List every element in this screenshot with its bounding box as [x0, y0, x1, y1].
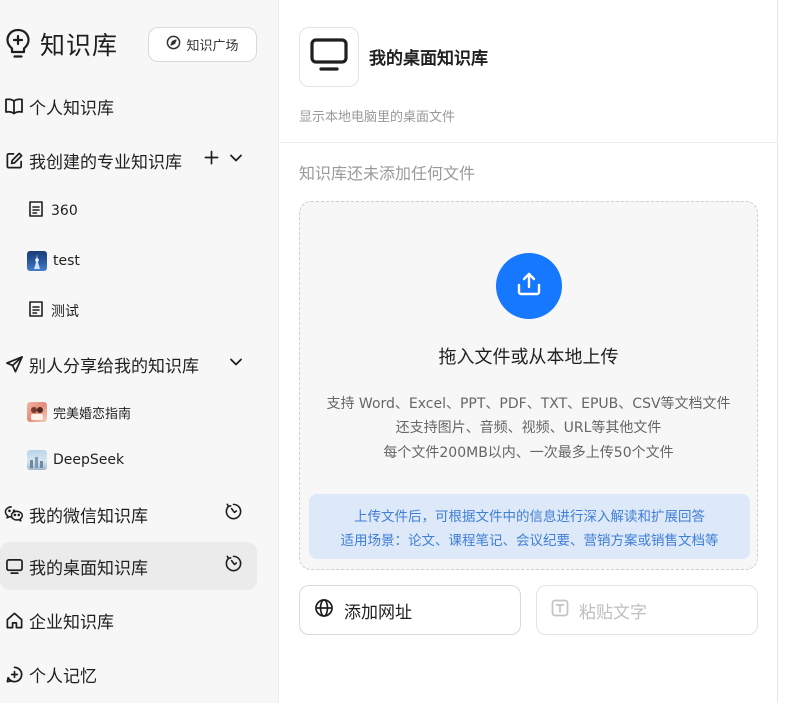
book-open-icon [3, 95, 25, 117]
sidebar-subitem-label: DeepSeek [53, 452, 125, 468]
monitor-icon [309, 37, 349, 77]
dropzone-other-formats: 还支持图片、音频、视频、URL等其他文件 [395, 420, 662, 436]
sidebar-item-actions [224, 542, 243, 590]
info-line-usage: 上传文件后，可根据文件中的信息进行深入解读和扩展回答 [354, 509, 705, 525]
sidebar-item-actions [229, 340, 243, 388]
edit-icon [3, 149, 25, 171]
globe-icon [314, 598, 334, 623]
info-line-scenarios: 适用场景：论文、课程笔记、会议纪要、营销方案或销售文档等 [340, 533, 719, 549]
send-icon [3, 353, 25, 375]
sidebar: 知识库 知识广场 个人知识库 我创建的专业知识库 360 test 测试 别人分… [0, 0, 279, 703]
dropzone-supported-formats: 支持 Word、Excel、PPT、PDF、TXT、EPUB、CSV等文档文件 [326, 396, 731, 412]
dropzone-info-banner: 上传文件后，可根据文件中的信息进行深入解读和扩展回答 适用场景：论文、课程笔记、… [309, 494, 750, 559]
sidebar-item-memory[interactable]: 个人记忆 [0, 650, 257, 698]
add-url-label: 添加网址 [344, 602, 412, 623]
lightbulb-logo-icon [4, 27, 32, 61]
sidebar-item-desktop[interactable]: 我的桌面知识库 [0, 542, 257, 590]
tower-thumbnail-icon [27, 251, 47, 271]
sidebar-item-label: 个人记忆 [29, 666, 97, 687]
sidebar-item-label: 个人知识库 [29, 98, 114, 119]
upload-icon [515, 270, 543, 302]
sidebar-subitem-ceshi[interactable]: 测试 [27, 291, 79, 331]
wedding-guide-thumbnail-icon [27, 402, 47, 422]
chevron-down-icon[interactable] [229, 354, 243, 374]
memory-chat-icon [3, 663, 25, 685]
desktop-kb-icon [299, 27, 359, 87]
sidebar-item-wechat[interactable]: 我的微信知识库 [0, 490, 257, 538]
sidebar-item-personal[interactable]: 个人知识库 [0, 82, 257, 130]
monitor-icon [3, 555, 25, 577]
document-icon [27, 300, 45, 322]
document-icon [27, 200, 45, 222]
upload-dropzone[interactable]: 拖入文件或从本地上传 支持 Word、Excel、PPT、PDF、TXT、EPU… [299, 201, 758, 570]
sidebar-subitem-test[interactable]: test [27, 241, 80, 281]
sidebar-subitem-label: test [53, 253, 80, 269]
sidebar-item-actions [224, 490, 243, 538]
paste-text-label: 粘贴文字 [579, 602, 647, 623]
chevron-down-icon[interactable] [229, 150, 243, 170]
sidebar-item-label: 我创建的专业知识库 [29, 152, 182, 173]
brand-title: 知识库 [40, 31, 119, 60]
sidebar-item-label: 我的桌面知识库 [29, 558, 148, 579]
brand: 知识库 [4, 26, 118, 62]
sidebar-item-shared[interactable]: 别人分享给我的知识库 [0, 340, 257, 388]
sync-clock-icon[interactable] [224, 502, 243, 526]
text-box-icon [551, 599, 569, 622]
sidebar-item-actions [204, 136, 243, 184]
compass-icon [166, 35, 181, 54]
deepseek-thumbnail-icon [27, 450, 47, 470]
knowledge-plaza-button[interactable]: 知识广场 [148, 27, 257, 62]
add-url-button[interactable]: 添加网址 [299, 585, 521, 635]
sidebar-subitem-label: 完美婚恋指南 [53, 406, 132, 422]
sidebar-subitem-360[interactable]: 360 [27, 191, 78, 231]
wechat-icon [3, 503, 25, 525]
divider [280, 142, 778, 143]
dropzone-title: 拖入文件或从本地上传 [438, 347, 619, 368]
page-title: 我的桌面知识库 [369, 49, 488, 69]
upload-button[interactable] [496, 253, 562, 319]
sidebar-item-label: 别人分享给我的知识库 [29, 356, 199, 377]
dropzone-limits: 每个文件200MB以内、一次最多上传50个文件 [383, 445, 674, 461]
home-icon [3, 609, 25, 631]
sidebar-subitem-deepseek[interactable]: DeepSeek [27, 440, 124, 480]
sidebar-subitem-wedding-guide[interactable]: 完美婚恋指南 [27, 392, 131, 432]
sidebar-item-enterprise[interactable]: 企业知识库 [0, 596, 257, 644]
knowledge-plaza-label: 知识广场 [186, 39, 239, 54]
sidebar-subitem-label: 360 [51, 203, 78, 219]
sidebar-item-created[interactable]: 我创建的专业知识库 [0, 136, 257, 184]
sidebar-item-label: 企业知识库 [29, 612, 114, 633]
page-description: 显示本地电脑里的桌面文件 [299, 110, 456, 125]
sidebar-subitem-label: 测试 [51, 304, 79, 320]
main-panel: 我的桌面知识库 显示本地电脑里的桌面文件 知识库还未添加任何文件 拖入文件或从本… [280, 0, 778, 703]
sidebar-item-label: 我的微信知识库 [29, 506, 148, 527]
plus-icon[interactable] [204, 150, 219, 170]
sync-clock-icon[interactable] [224, 554, 243, 578]
paste-text-button[interactable]: 粘贴文字 [536, 585, 758, 635]
empty-state-text: 知识库还未添加任何文件 [299, 164, 476, 183]
